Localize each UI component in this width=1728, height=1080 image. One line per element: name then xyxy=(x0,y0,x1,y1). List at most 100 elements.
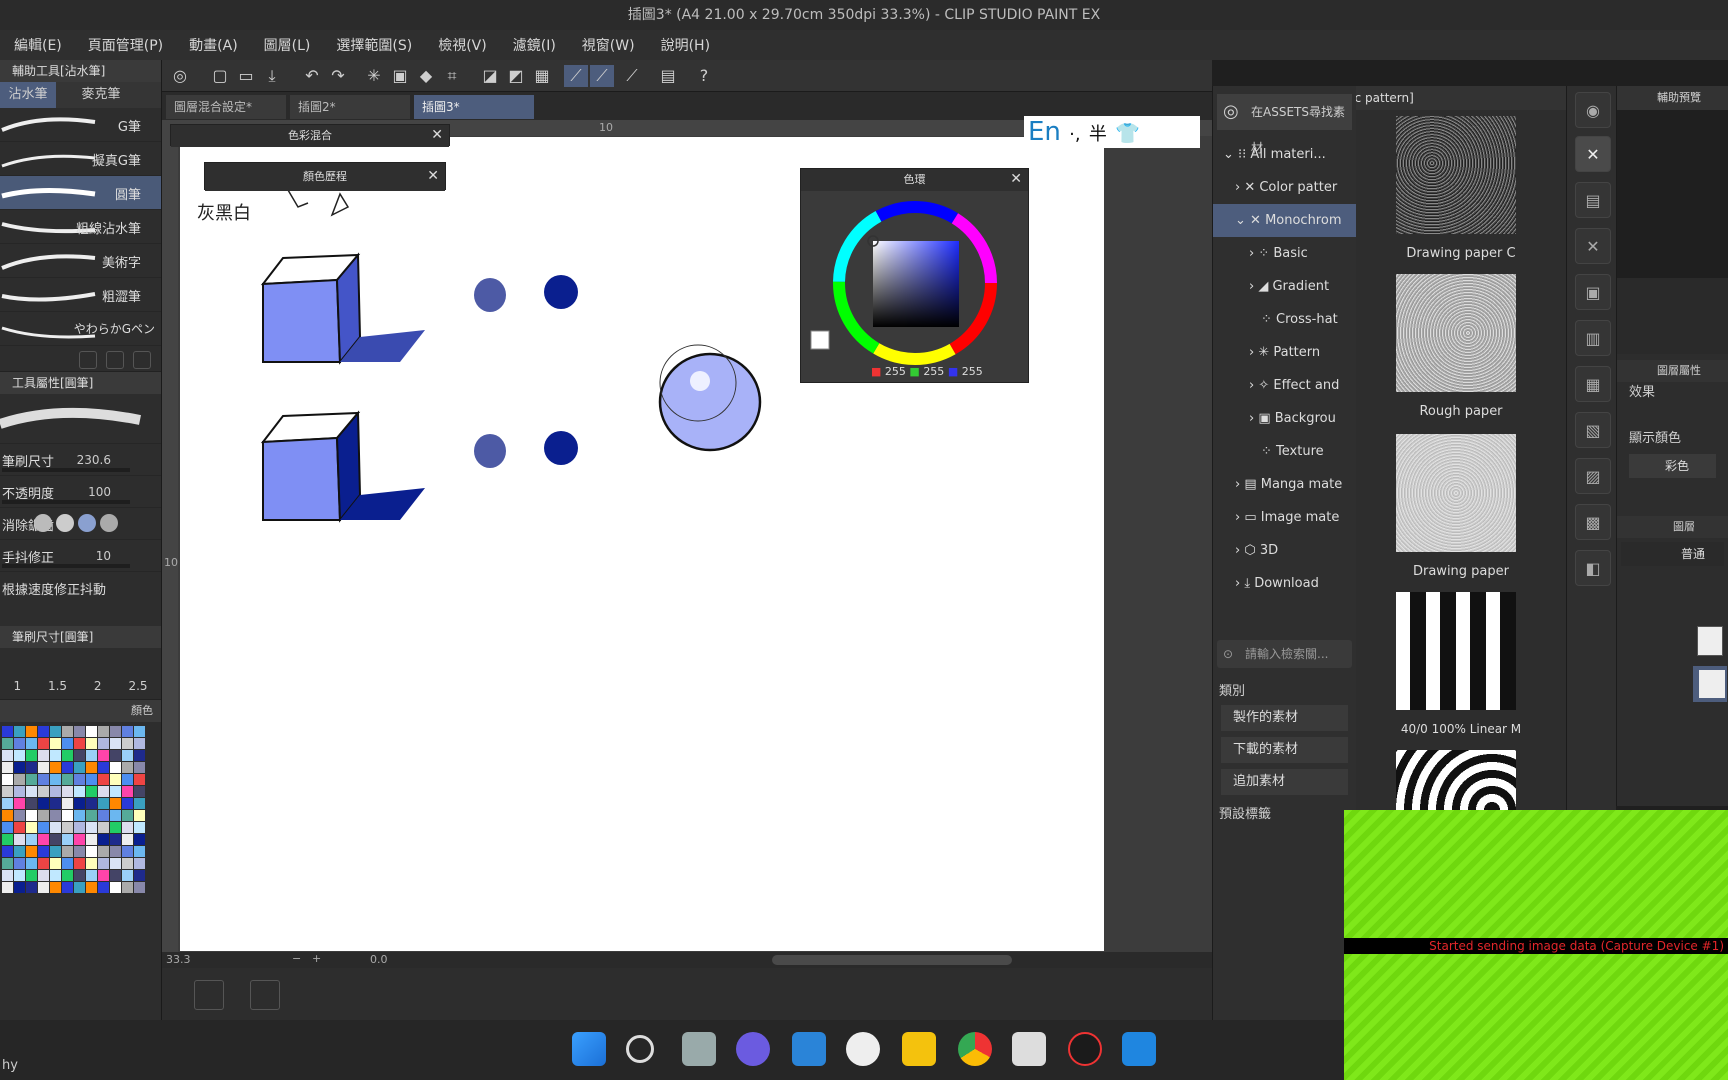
antialias-none-icon[interactable] xyxy=(34,514,52,532)
close-icon[interactable]: ✕ xyxy=(427,168,439,184)
fill-icon[interactable]: ◆ xyxy=(414,65,438,87)
color-swatch[interactable] xyxy=(14,726,25,737)
search-layer-icon[interactable]: ▣ xyxy=(1575,274,1611,310)
color-swatch[interactable] xyxy=(62,750,73,761)
rotation-value[interactable]: 0.0 xyxy=(370,953,388,966)
color-swatch[interactable] xyxy=(2,882,13,893)
qq-icon[interactable] xyxy=(1068,1032,1102,1066)
fit-view-icon[interactable] xyxy=(250,980,280,1010)
color-swatch[interactable] xyxy=(74,834,85,845)
category-downloaded[interactable]: 下載的素材 xyxy=(1221,737,1348,763)
color-swatch[interactable] xyxy=(14,882,25,893)
tree-item-cross-hatch[interactable]: ⁘ Cross-hat xyxy=(1213,303,1356,336)
tab-document-3[interactable]: 插圖3* xyxy=(414,95,534,119)
color-swatch[interactable] xyxy=(2,798,13,809)
tree-item-pattern[interactable]: › ✳ Pattern xyxy=(1213,336,1356,369)
color-swatch[interactable] xyxy=(98,882,109,893)
color-swatch[interactable] xyxy=(122,786,133,797)
color-swatch[interactable] xyxy=(98,750,109,761)
color-swatch[interactable] xyxy=(2,762,13,773)
color-swatch[interactable] xyxy=(26,774,37,785)
color-swatch[interactable] xyxy=(122,882,133,893)
open-file-icon[interactable]: ▭ xyxy=(234,65,258,87)
color-swatch[interactable] xyxy=(86,762,97,773)
tree-item-background[interactable]: › ▣ Backgrou xyxy=(1213,402,1356,435)
stabilization-value[interactable]: 10 xyxy=(96,549,111,563)
history-panel-icon[interactable]: ▦ xyxy=(1575,366,1611,402)
color-swatch[interactable] xyxy=(74,810,85,821)
color-swatch[interactable] xyxy=(62,846,73,857)
color-swatch[interactable] xyxy=(14,762,25,773)
color-swatch[interactable] xyxy=(38,738,49,749)
color-swatch[interactable] xyxy=(2,750,13,761)
color-swatch[interactable] xyxy=(122,834,133,845)
color-swatch[interactable] xyxy=(86,846,97,857)
tab-document-2[interactable]: 插圖2* xyxy=(290,95,410,119)
selection-tool-icon[interactable]: ◪ xyxy=(478,65,502,87)
color-swatch[interactable] xyxy=(134,762,145,773)
color-swatch[interactable] xyxy=(62,858,73,869)
color-swatch[interactable] xyxy=(74,726,85,737)
invert-selection-icon[interactable]: ◩ xyxy=(504,65,528,87)
color-swatch[interactable] xyxy=(38,870,49,881)
color-swatch[interactable] xyxy=(86,726,97,737)
color-swatch[interactable] xyxy=(110,882,121,893)
color-swatch[interactable] xyxy=(98,846,109,857)
tree-item-image[interactable]: › ▭ Image mate xyxy=(1213,501,1356,534)
menu-layer[interactable]: 圖層(L) xyxy=(264,35,311,55)
color-swatch[interactable] xyxy=(50,762,61,773)
color-swatch[interactable] xyxy=(14,822,25,833)
color-swatch[interactable] xyxy=(110,786,121,797)
tab-document-1[interactable]: 圖層混合設定* xyxy=(166,95,286,119)
quick-access-icon[interactable]: ▩ xyxy=(1575,504,1611,540)
color-swatch[interactable] xyxy=(122,846,133,857)
color-swatch[interactable] xyxy=(26,726,37,737)
speed-stabilization-row[interactable]: 根據速度修正抖動 xyxy=(0,572,161,604)
save-icon[interactable]: ⤓ xyxy=(260,65,284,87)
tree-item-effect[interactable]: › ✧ Effect and xyxy=(1213,369,1356,402)
color-swatch[interactable] xyxy=(98,774,109,785)
store-icon[interactable] xyxy=(792,1032,826,1066)
color-swatch[interactable] xyxy=(74,870,85,881)
color-swatch[interactable] xyxy=(50,858,61,869)
new-file-icon[interactable]: ▢ xyxy=(208,65,232,87)
menu-selection[interactable]: 選擇範圍(S) xyxy=(336,35,412,55)
color-swatch[interactable] xyxy=(74,750,85,761)
navigator-icon[interactable] xyxy=(194,980,224,1010)
color-swatch[interactable] xyxy=(110,738,121,749)
color-swatch[interactable] xyxy=(110,774,121,785)
color-swatch[interactable] xyxy=(38,882,49,893)
opacity-slider[interactable] xyxy=(2,500,130,504)
menu-window[interactable]: 視窗(W) xyxy=(582,35,635,55)
color-swatch[interactable] xyxy=(122,774,133,785)
app-icon[interactable] xyxy=(1122,1032,1156,1066)
color-swatch[interactable] xyxy=(98,822,109,833)
color-swatch[interactable] xyxy=(110,846,121,857)
tab-color-set[interactable]: 顏色 xyxy=(131,704,153,717)
color-swatch[interactable] xyxy=(26,822,37,833)
color-swatch[interactable] xyxy=(122,726,133,737)
tree-item-manga[interactable]: › ▤ Manga mate xyxy=(1213,468,1356,501)
color-swatch[interactable] xyxy=(74,786,85,797)
thumbnail-concentric[interactable] xyxy=(1396,750,1516,810)
thumbnail-linear-m[interactable] xyxy=(1396,592,1516,710)
color-swatch[interactable] xyxy=(26,810,37,821)
color-swatch[interactable] xyxy=(2,870,13,881)
menu-page[interactable]: 頁面管理(P) xyxy=(88,35,163,55)
horizontal-scrollbar[interactable] xyxy=(772,955,1012,965)
zoom-in-icon[interactable]: + xyxy=(312,952,321,965)
find-in-assets-button[interactable]: ◎ 在ASSETS尋找素材 xyxy=(1217,94,1352,155)
color-swatch[interactable] xyxy=(98,726,109,737)
opacity-value[interactable]: 100 xyxy=(88,485,111,499)
color-swatch[interactable] xyxy=(50,750,61,761)
color-swatch[interactable] xyxy=(134,834,145,845)
tree-item-all[interactable]: ⌄ ⁝⁝ All materi... xyxy=(1213,138,1356,171)
animation-panel-icon[interactable]: ▥ xyxy=(1575,320,1611,356)
color-swatch[interactable] xyxy=(26,834,37,845)
color-swatch[interactable] xyxy=(110,750,121,761)
antialias-medium-icon[interactable] xyxy=(78,514,96,532)
layer-panel-icon[interactable]: ▤ xyxy=(1575,182,1611,218)
color-swatch[interactable] xyxy=(62,774,73,785)
color-swatch[interactable] xyxy=(38,810,49,821)
color-swatch[interactable] xyxy=(2,786,13,797)
